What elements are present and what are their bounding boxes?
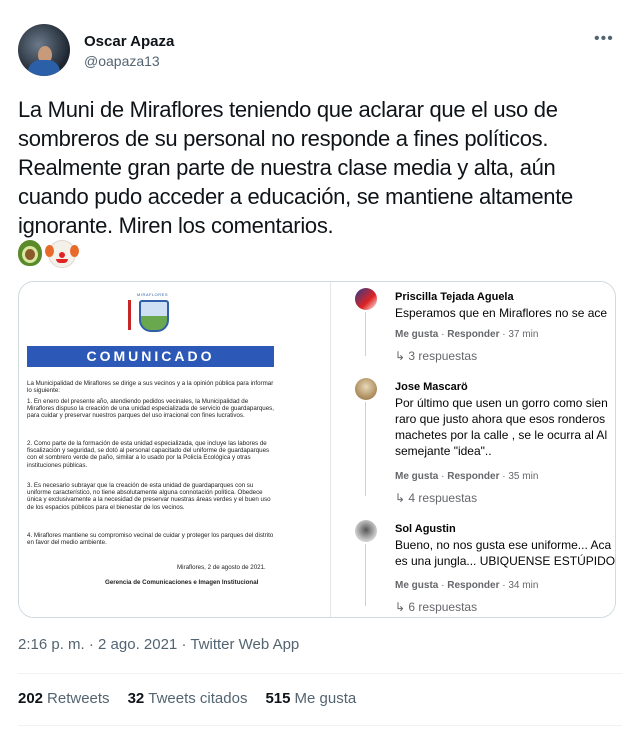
view-replies-link[interactable]: ↳ 4 respuestas <box>395 491 477 505</box>
comment-time: 37 min <box>508 329 539 340</box>
comment-text-line: machetes por la calle , se le ocurra al … <box>395 428 608 442</box>
comment-avatar[interactable] <box>355 520 377 542</box>
tweet-text: La Muni de Miraflores teniendo que aclar… <box>18 97 573 238</box>
retweets-stat[interactable]: 202 Retweets <box>18 690 110 707</box>
like-link[interactable]: Me gusta <box>395 329 438 340</box>
comment-time: 34 min <box>508 580 539 591</box>
comment-actions: Me gusta · Responder · 37 min <box>395 329 539 340</box>
document-signature: Gerencia de Comunicaciones e Imagen Inst… <box>105 579 259 586</box>
comment-thread-line <box>365 544 366 606</box>
comment-text-line: es una jungla... UBIQUENSE ESTÚPIDOS <box>395 554 615 568</box>
author-name[interactable]: Oscar Apaza <box>84 33 174 50</box>
reply-link[interactable]: Responder <box>447 580 499 591</box>
comment-time: 35 min <box>508 471 539 482</box>
comment-text-line: Bueno, no nos gusta ese uniforme... Aca <box>395 538 612 552</box>
comment-avatar[interactable] <box>355 378 377 400</box>
comment-text: Esperamos que en Miraflores no se ace <box>395 306 608 320</box>
like-link[interactable]: Me gusta <box>395 580 438 591</box>
avatar-body <box>28 60 60 76</box>
document-intro: La Municipalidad de Miraflores se dirige… <box>27 380 274 395</box>
document-item-3: 3. Es necesario subrayar que la creación… <box>27 482 271 511</box>
reply-link[interactable]: Responder <box>447 329 499 340</box>
author-avatar[interactable] <box>18 24 70 76</box>
document-banner: COMUNICADO <box>27 346 274 367</box>
comment-thread-line <box>365 312 366 356</box>
comment-avatar[interactable] <box>355 288 377 310</box>
quotes-stat[interactable]: 32 Tweets citados <box>128 690 248 707</box>
document-place-date: Miraflores, 2 de agosto de 2021. <box>177 564 266 571</box>
comment-author[interactable]: Sol Agustin <box>395 523 456 535</box>
logo-bar <box>128 300 131 330</box>
comment-text-line: semejante "idea".. <box>395 444 492 458</box>
avocado-emoji <box>18 240 42 266</box>
view-replies-link[interactable]: ↳ 3 respuestas <box>395 349 477 363</box>
tweet-timestamp[interactable]: 2:16 p. m. · 2 ago. 2021 · Twitter Web A… <box>18 636 299 653</box>
clown-face-emoji <box>45 240 79 268</box>
facebook-comments: Priscilla Tejada Aguela Esperamos que en… <box>331 282 615 617</box>
tweet-emojis <box>18 240 79 268</box>
comunicado-document: MIRAFLORES COMUNICADO La Municipalidad d… <box>19 282 330 617</box>
like-link[interactable]: Me gusta <box>395 471 438 482</box>
comment-text-line: raro que justo ahora que esos ronderos <box>395 412 606 426</box>
document-item-1: 1. En enero del presente año, atendiendo… <box>27 398 274 420</box>
document-item-4: 4. Miraflores mantiene su compromiso vec… <box>27 532 274 547</box>
comment-author[interactable]: Priscilla Tejada Aguela <box>395 291 514 303</box>
divider <box>18 673 622 674</box>
document-item-2: 2. Como parte de la formación de esta un… <box>27 440 270 469</box>
likes-stat[interactable]: 515 Me gusta <box>265 690 356 707</box>
view-replies-link[interactable]: ↳ 6 respuestas <box>395 600 477 614</box>
comment-actions: Me gusta · Responder · 35 min <box>395 471 539 482</box>
logo-text: MIRAFLORES <box>137 292 169 297</box>
reply-link[interactable]: Responder <box>447 471 499 482</box>
more-options-icon[interactable]: ••• <box>594 30 614 48</box>
comment-actions: Me gusta · Responder · 34 min <box>395 580 539 591</box>
comment-text-line: Por último que usen un gorro como sien <box>395 396 608 410</box>
comment-thread-line <box>365 402 366 496</box>
tweet-media-image[interactable]: MIRAFLORES COMUNICADO La Municipalidad d… <box>18 281 616 618</box>
author-handle[interactable]: @oapaza13 <box>84 53 160 69</box>
tweet-stats: 202 Retweets 32 Tweets citados 515 Me gusta <box>18 690 356 707</box>
comment-author[interactable]: Jose Mascarö <box>395 381 468 393</box>
divider <box>18 725 622 726</box>
miraflores-shield-icon <box>139 300 169 332</box>
